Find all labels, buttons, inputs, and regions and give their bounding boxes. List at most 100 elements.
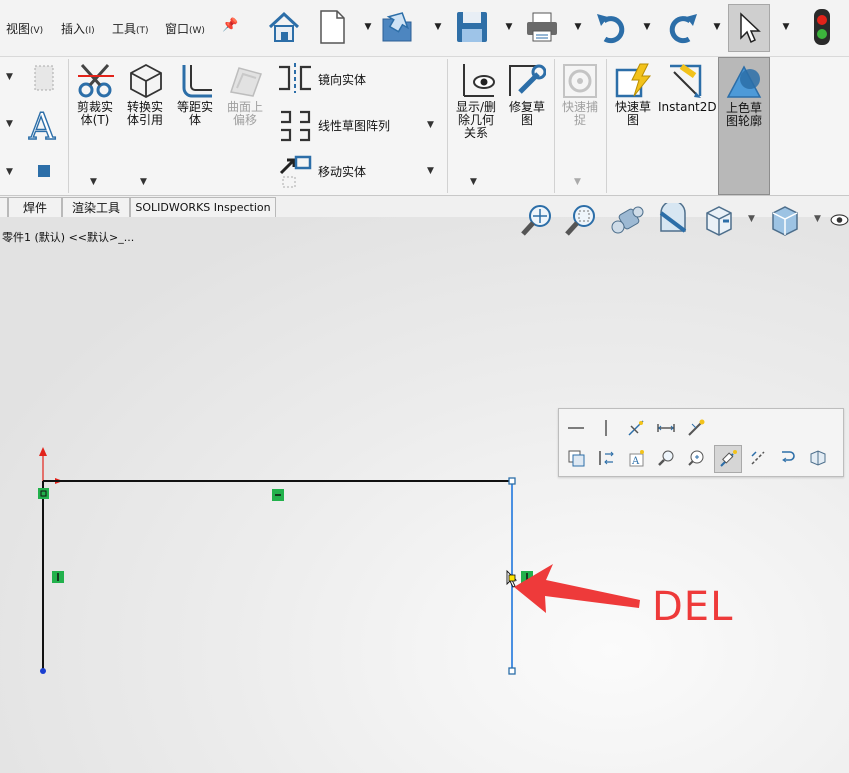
move-dropdown-icon[interactable]: ▼ (427, 166, 434, 176)
zoom-to-area-icon[interactable] (562, 202, 600, 238)
smart-dimension-icon[interactable] (685, 417, 707, 439)
del-annotation-text: DEL (652, 584, 734, 630)
shaded-contours-icon (722, 62, 766, 102)
quick-snaps-icon (558, 61, 602, 101)
convert-entities-icon[interactable] (124, 61, 168, 101)
print-icon[interactable] (520, 4, 564, 50)
save-dropdown-icon[interactable]: ▼ (504, 22, 514, 32)
section-view-icon[interactable] (654, 202, 692, 238)
save-icon[interactable] (450, 4, 494, 50)
rebuild-icon[interactable] (800, 4, 844, 50)
trim-icon[interactable] (777, 447, 799, 469)
point-dropdown-icon[interactable]: ▼ (6, 167, 13, 177)
rapid-sketch-label[interactable]: 快速草 图 (608, 101, 658, 127)
endpoint-handle[interactable] (508, 477, 516, 485)
relations-dropdown-icon[interactable]: ▼ (470, 177, 477, 187)
tab-weldments[interactable]: 焊件 (8, 197, 62, 218)
feature-tree-root[interactable]: 零件1 (默认) <<默认>_... (2, 229, 134, 245)
shaded-sketch-contours-button[interactable]: 上色草 图轮廓 (718, 57, 770, 195)
text-icon[interactable]: A (625, 447, 647, 469)
menu-view[interactable]: 视图(V) (6, 20, 43, 37)
svg-text:A: A (28, 107, 56, 145)
title-bar: 视图(V) 插入(I) 工具(T) 窗口(W) 📌 ▼ ▼ ▼ ▼ ▼ ▼ ▼ (0, 0, 849, 56)
command-manager-ribbon: ▼ ▼ A ▼ 剪裁实 体(T) ▼ 转换实 体引用 ▼ 等距实 体 曲面上 偏… (0, 56, 849, 196)
menu-insert[interactable]: 插入(I) (61, 20, 95, 37)
quick-snaps-label: 快速捕 捉 (561, 100, 598, 127)
open-dropdown-icon[interactable]: ▼ (433, 22, 443, 32)
mirror-relation-icon[interactable] (595, 447, 617, 469)
vertical-icon[interactable] (595, 417, 617, 439)
ribbon-separator (447, 59, 448, 193)
display-style-dropdown-icon[interactable]: ▼ (814, 214, 821, 224)
undo-icon[interactable] (590, 4, 634, 50)
endpoint-handle[interactable] (508, 667, 516, 675)
pattern-dropdown-icon[interactable]: ▼ (427, 120, 434, 130)
convert-entities-label[interactable]: 转换实 体引用 (120, 101, 170, 127)
hide-show-items-icon[interactable] (830, 202, 849, 238)
trim-entities-icon[interactable] (74, 61, 118, 101)
menu-window[interactable]: 窗口(W) (165, 20, 205, 37)
new-document-icon[interactable] (310, 4, 354, 50)
tab-render-tools[interactable]: 渲染工具 (62, 197, 130, 218)
shaded-contours-label: 上色草 图轮廓 (725, 101, 762, 128)
offset-entities-icon[interactable] (174, 61, 218, 101)
sketch-text-icon[interactable]: A (26, 105, 62, 145)
linear-pattern-label[interactable]: 线性草图阵列 (318, 117, 390, 134)
svg-text:A: A (631, 456, 640, 467)
fix-icon[interactable] (625, 417, 647, 439)
sketch-box-icon[interactable] (30, 61, 58, 95)
graphics-area[interactable] (0, 217, 849, 773)
display-delete-relations-label[interactable]: 显示/删 除几何 关系 (450, 101, 502, 140)
previous-view-icon[interactable] (608, 202, 646, 238)
trim-dropdown-icon[interactable]: ▼ (90, 177, 97, 187)
home-icon[interactable] (262, 4, 306, 50)
select-icon[interactable] (728, 4, 770, 52)
select-dropdown-icon[interactable]: ▼ (781, 22, 791, 32)
trim-entities-label[interactable]: 剪裁实 体(T) (70, 101, 120, 127)
move-entities-icon[interactable] (278, 155, 314, 189)
convert-dropdown-icon[interactable]: ▼ (140, 177, 147, 187)
pin-icon[interactable]: 📌 (222, 18, 238, 33)
instant2d-icon[interactable] (664, 61, 708, 101)
ribbon-separator (606, 59, 607, 193)
redo-icon[interactable] (660, 4, 704, 50)
mirror-entities-icon[interactable] (276, 63, 314, 93)
repair-sketch-icon[interactable] (504, 61, 548, 101)
undo-dropdown-icon[interactable]: ▼ (642, 22, 652, 32)
instant2d-label[interactable]: Instant2D (658, 101, 717, 114)
offset-entities-label[interactable]: 等距实 体 (170, 101, 220, 127)
zoom-selection-icon[interactable] (655, 447, 677, 469)
edit-selection-icon[interactable] (714, 445, 742, 473)
view-orientation-icon[interactable] (700, 202, 738, 238)
view-orientation-dropdown-icon[interactable]: ▼ (748, 214, 755, 224)
display-delete-relations-icon[interactable] (454, 61, 498, 101)
quick-snaps-dropdown-icon: ▼ (574, 177, 581, 187)
move-entities-label[interactable]: 移动实体 (318, 163, 366, 180)
new-dropdown-icon[interactable]: ▼ (363, 22, 373, 32)
horizontal-icon[interactable] (565, 417, 587, 439)
context-toolbar: A (558, 408, 844, 477)
copy-icon[interactable] (565, 447, 587, 469)
ribbon-separator (68, 59, 69, 193)
construction-geometry-icon[interactable] (747, 447, 769, 469)
tab-solidworks-inspection[interactable]: SOLIDWORKS Inspection (130, 197, 276, 218)
repair-sketch-label[interactable]: 修复草 图 (502, 101, 552, 127)
tab-partial[interactable] (0, 197, 8, 218)
display-style-icon[interactable] (766, 202, 804, 238)
3d-view-icon[interactable] (807, 447, 829, 469)
equal-icon[interactable] (655, 417, 677, 439)
offset-on-surface-label: 曲面上 偏移 (226, 100, 263, 127)
zoom-to-fit-icon[interactable] (518, 202, 556, 238)
command-manager-tabs: 焊件 渲染工具 SOLIDWORKS Inspection (0, 195, 276, 218)
mirror-entities-label[interactable]: 镜向实体 (318, 71, 366, 88)
zoom-fit-icon[interactable] (685, 447, 707, 469)
sketch-tool-dropdown-icon[interactable]: ▼ (6, 72, 13, 82)
menu-tools[interactable]: 工具(T) (112, 20, 149, 37)
point-icon[interactable] (36, 163, 52, 179)
rapid-sketch-icon[interactable] (612, 61, 656, 101)
text-tool-dropdown-icon[interactable]: ▼ (6, 119, 13, 129)
linear-pattern-icon[interactable] (278, 109, 312, 143)
print-dropdown-icon[interactable]: ▼ (573, 22, 583, 32)
open-icon[interactable] (378, 4, 422, 50)
redo-dropdown-icon[interactable]: ▼ (712, 22, 722, 32)
